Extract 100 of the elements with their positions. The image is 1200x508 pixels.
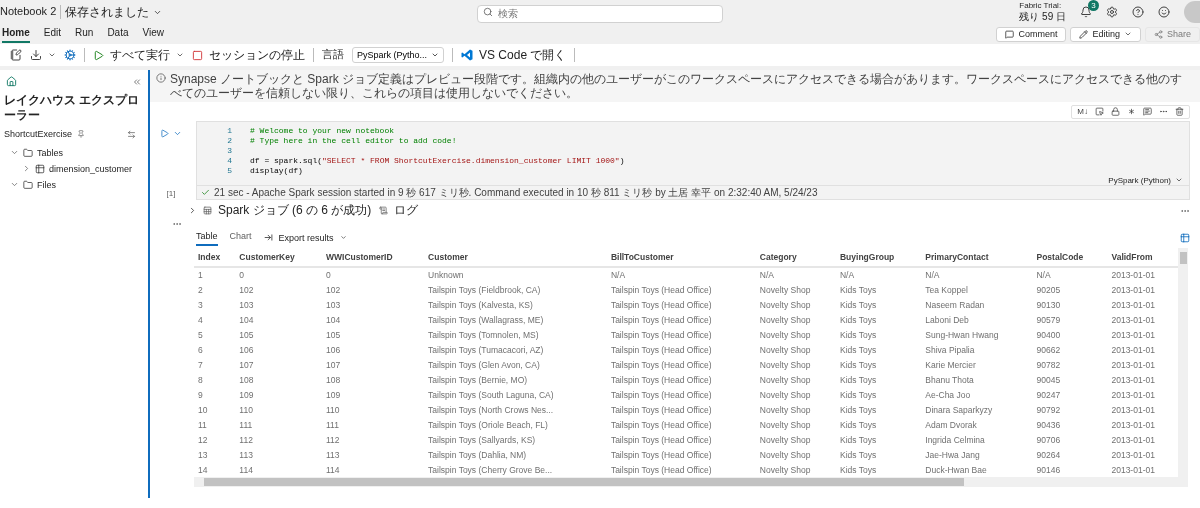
column-header[interactable]: Customer (424, 248, 607, 268)
table-cell-text: 90264 (1035, 448, 1062, 462)
spark-jobs-toggle[interactable]: Spark ジョブ (6 の 6 が成功) (188, 202, 372, 220)
comment-icon[interactable] (1143, 107, 1152, 117)
pin-icon[interactable] (77, 130, 86, 139)
table-cell-text: Tailspin Toys (Head Office) (609, 343, 713, 357)
code-cell[interactable] (196, 120, 1190, 201)
table-cell-text: 2013-01-01 (1110, 388, 1156, 402)
settings-icon[interactable] (64, 49, 76, 61)
check-icon (201, 188, 210, 198)
table-cell-text: Tailspin Toys (Head Office) (609, 433, 713, 447)
menu-tab[interactable]: Run (75, 25, 94, 43)
language-label: 言語 (322, 48, 344, 62)
table-cell-text: Dinara Saparkyzy (924, 403, 994, 417)
output-tab[interactable]: Table (196, 229, 218, 247)
save-status[interactable]: 保存されました (65, 3, 163, 21)
search-field[interactable]: 検索 (477, 4, 723, 23)
table-cell-text: Novelty Shop (758, 343, 812, 357)
chevron-down-icon (1123, 30, 1132, 38)
table-cell-text: Tailspin Toys (Head Office) (609, 358, 713, 372)
table-cell: N/A (606, 267, 756, 283)
table-cell-text: Laboni Deb (924, 313, 970, 327)
column-header[interactable]: WWICustomerID (321, 248, 425, 268)
code-line: 1 # Welcome to your new notebook (226, 125, 396, 136)
code-line: 3 (226, 145, 233, 156)
editing-button[interactable]: Editing (1070, 26, 1141, 42)
pencil-icon (1079, 29, 1089, 39)
play-icon (93, 49, 104, 61)
select-icon[interactable] (1095, 107, 1104, 117)
run-cell-icon[interactable] (160, 128, 169, 138)
asterisk-icon[interactable] (1127, 107, 1136, 117)
column-header[interactable]: BillToCustomer (606, 248, 756, 268)
output-tab[interactable]: Chart (229, 229, 252, 247)
table-cell-text: Novelty Shop (758, 373, 812, 387)
menu-tab[interactable]: Edit (43, 25, 62, 43)
markdown-toggle[interactable]: M↓ (1077, 107, 1088, 117)
log-button[interactable]: ログ (379, 202, 419, 220)
switch-icon[interactable] (127, 129, 136, 139)
cell-language[interactable]: PySpark (Python) (1108, 175, 1171, 186)
table-cell-text: 111 (238, 418, 254, 432)
share-icon (1153, 29, 1163, 39)
table-cell-text: 4 (197, 313, 204, 327)
table-settings-icon[interactable] (1180, 232, 1190, 243)
table-cell-text: 110 (238, 403, 254, 417)
lakehouse-name: ShortcutExercise (4, 129, 73, 140)
download-button[interactable] (30, 49, 56, 61)
tree-item[interactable]: dimension_customer (22, 163, 144, 174)
export-button[interactable]: Export results (263, 232, 347, 243)
menu-tab[interactable]: View (142, 25, 164, 43)
code-line: 2 # Type here in the cell editor to add code! (226, 135, 458, 146)
table-cell-text: 110 (324, 403, 341, 417)
language-select[interactable]: PySpark (Pytho... (352, 47, 445, 63)
table-icon (35, 163, 45, 174)
table-cell: 2013-01-01 (1107, 267, 1178, 283)
help-icon[interactable] (1132, 6, 1144, 18)
table-cell: N/A (755, 267, 836, 283)
table-cell-text: 103 (324, 298, 342, 312)
table-cell-text: 107 (324, 358, 342, 372)
table-cell-text: 2013-01-01 (1110, 463, 1156, 477)
collapse-icon[interactable] (132, 76, 142, 87)
table-cell-text: Novelty Shop (758, 418, 812, 432)
table-cell-text: Tailspin Toys (Tomnolen, MS) (427, 328, 540, 342)
settings-icon[interactable] (1106, 6, 1118, 18)
delete-icon[interactable] (1175, 107, 1184, 117)
table-cell-text: Tailspin Toys (Head Office) (609, 418, 713, 432)
column-header[interactable]: CustomerKey (235, 248, 322, 268)
column-header[interactable]: PrimaryContact (921, 248, 1033, 268)
menu-tab[interactable]: Data (107, 25, 129, 43)
vscode-button[interactable]: VS Code で開く (461, 46, 567, 64)
table-cell-text: Kids Toys (839, 403, 878, 417)
bell-icon[interactable] (1080, 6, 1092, 18)
table-cell-text: Kids Toys (839, 388, 878, 402)
comment-button[interactable]: Comment (996, 26, 1067, 42)
table-cell-text: 90579 (1035, 313, 1062, 327)
notebook-edit-icon[interactable] (10, 49, 22, 61)
table-cell-text: 90130 (1035, 298, 1062, 312)
tree-item[interactable]: Files (10, 179, 144, 190)
table-cell-text: 90205 (1035, 283, 1062, 297)
table-cell-text: 109 (238, 388, 255, 402)
table-cell-text: Kids Toys (839, 343, 878, 357)
table-cell-text: 102 (324, 283, 342, 297)
stop-session-button[interactable]: セッションの停止 (192, 46, 305, 64)
table-cell-text: Tea Koppel (924, 283, 969, 297)
tree-item[interactable]: Tables (10, 147, 144, 158)
vertical-scrollbar[interactable] (1178, 248, 1188, 478)
table-cell-text: Tailspin Toys (Head Office) (609, 373, 713, 387)
lock-icon[interactable] (1111, 107, 1120, 117)
horizontal-scrollbar[interactable] (194, 477, 1188, 488)
notebook-title: Notebook 2 (0, 5, 57, 19)
column-header[interactable]: PostalCode (1032, 248, 1108, 268)
smiley-icon[interactable] (1158, 6, 1170, 18)
table-cell-text: 114 (238, 463, 254, 477)
run-all-button[interactable]: すべて実行 (93, 46, 184, 64)
table-cell-text: 111 (324, 418, 340, 432)
table-cell-text: Tailspin Toys (Glen Avon, CA) (427, 358, 541, 372)
column-header[interactable]: Category (755, 248, 836, 268)
table-cell-text: 2013-01-01 (1110, 373, 1156, 387)
column-header[interactable]: Index (194, 248, 236, 268)
table-cell-text: 90706 (1035, 433, 1062, 447)
column-header[interactable]: BuyingGroup (836, 248, 922, 268)
